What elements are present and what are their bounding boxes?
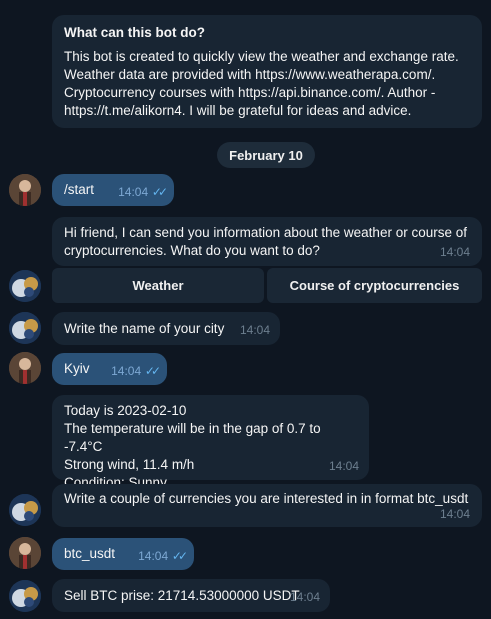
message-ask-city[interactable]: Write the name of your city 14:04: [52, 312, 280, 345]
message-time: 14:04: [289, 590, 320, 604]
message-text: Hi friend, I can send you information ab…: [64, 225, 467, 258]
message-currency-pair[interactable]: btc_usdt 14:04 ✓✓: [52, 538, 194, 570]
message-text: Write the name of your city: [64, 321, 225, 336]
read-ticks-icon: ✓✓: [171, 549, 188, 563]
message-time: 14:04: [439, 507, 470, 521]
message-city[interactable]: Kyiv 14:04 ✓✓: [52, 353, 167, 385]
message-text: Write a couple of currencies you are int…: [64, 491, 469, 506]
crypto-course-button[interactable]: Course of cryptocurrencies: [267, 268, 482, 303]
bot-intro-card: What can this bot do? This bot is create…: [52, 15, 482, 128]
message-time: 14:04: [111, 364, 142, 378]
message-text: /start: [64, 182, 95, 197]
read-ticks-icon: ✓✓: [151, 185, 168, 199]
message-time: 14:04: [439, 245, 470, 259]
user-avatar-image: [9, 174, 41, 206]
message-time: 14:04: [138, 549, 169, 563]
message-time: 14:04: [328, 459, 359, 473]
read-ticks-icon: ✓✓: [144, 364, 161, 378]
message-ask-currencies[interactable]: Write a couple of currencies you are int…: [52, 484, 482, 527]
message-text: Kyiv: [64, 361, 90, 376]
message-start[interactable]: /start 14:04 ✓✓: [52, 174, 174, 206]
bot-avatar-image: [9, 494, 41, 526]
weather-line-date: Today is 2023-02-10: [64, 403, 187, 418]
bot-avatar-image: [9, 580, 41, 612]
message-time: 14:04: [118, 185, 149, 199]
intro-title: What can this bot do?: [64, 25, 205, 40]
message-text: btc_usdt: [64, 546, 116, 561]
user-avatar[interactable]: [9, 352, 41, 384]
weather-line-temperature: The temperature will be in the gap of 0.…: [64, 421, 321, 454]
message-weather-report[interactable]: Today is 2023-02-10 The temperature will…: [52, 395, 369, 490]
bot-avatar[interactable]: [9, 270, 41, 302]
message-bot-greeting[interactable]: Hi friend, I can send you information ab…: [52, 217, 482, 266]
bot-avatar[interactable]: [9, 494, 41, 526]
bot-avatar-image: [9, 312, 41, 344]
weather-line-wind: Strong wind, 11.4 m/h: [64, 457, 195, 472]
message-text: Sell BTC prise: 21714.53000000 USDT: [64, 588, 300, 603]
message-time: 14:04: [239, 323, 270, 337]
user-avatar[interactable]: [9, 537, 41, 569]
date-separator: February 10: [217, 142, 315, 168]
user-avatar-image: [9, 352, 41, 384]
user-avatar[interactable]: [9, 174, 41, 206]
bot-avatar[interactable]: [9, 312, 41, 344]
bot-avatar[interactable]: [9, 580, 41, 612]
message-btc-price[interactable]: Sell BTC prise: 21714.53000000 USDT 14:0…: [52, 579, 330, 612]
weather-button[interactable]: Weather: [52, 268, 264, 303]
bot-avatar-image: [9, 270, 41, 302]
intro-text: This bot is created to quickly view the …: [64, 49, 459, 118]
user-avatar-image: [9, 537, 41, 569]
